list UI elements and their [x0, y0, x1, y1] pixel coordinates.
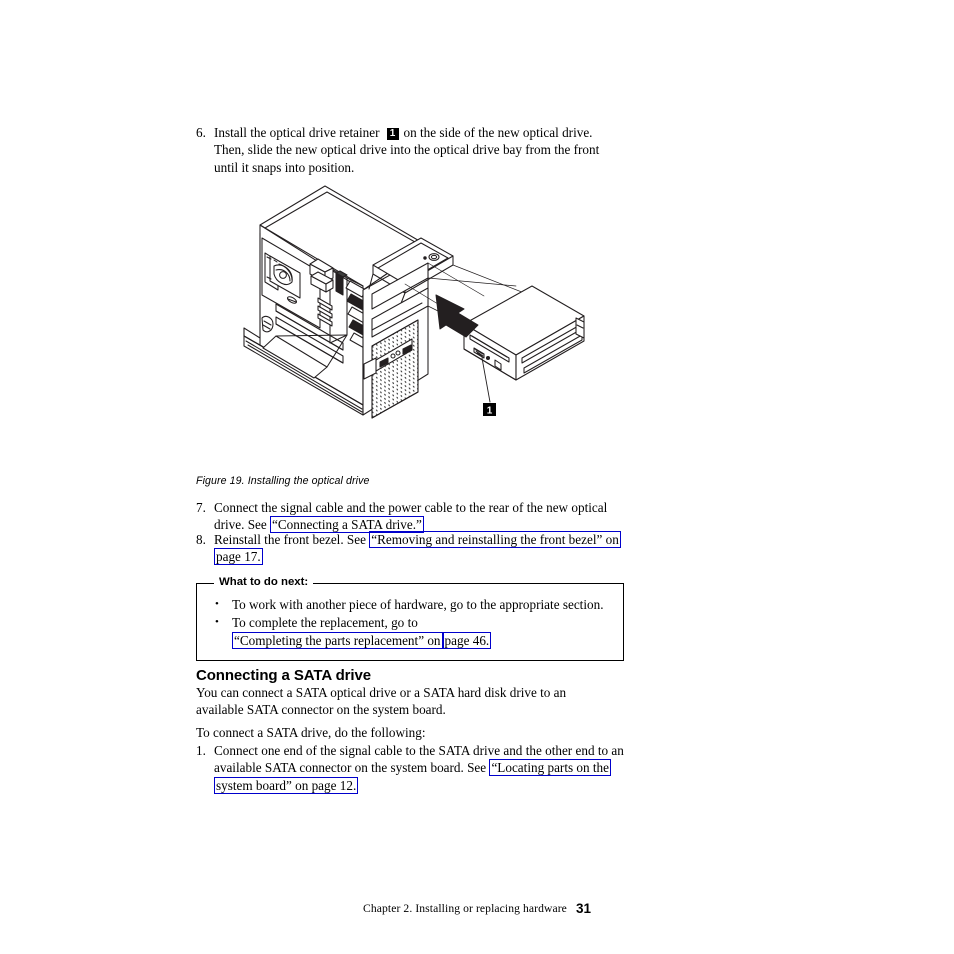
step-7-number: 7. — [196, 500, 206, 515]
step-6-text: Install the optical drive retainer 1 on th… — [214, 124, 624, 176]
sata-lead-in-paragraph: To connect a SATA drive, do the followin… — [196, 725, 426, 740]
step-7: 7. Connect the signal cable and the powe… — [196, 499, 624, 534]
link-locating-parts-system-board-part2[interactable]: system board” on page 12. — [214, 776, 359, 794]
footer-chapter-text: Chapter 2. Installing or replacing hardw… — [363, 902, 567, 915]
what-to-do-next-legend: What to do next: — [214, 576, 314, 588]
figure-callout-1: 1 — [483, 403, 496, 416]
callout-badge-1-inline: 1 — [386, 128, 399, 140]
page-number: 31 — [575, 901, 591, 916]
svg-text:1: 1 — [487, 405, 493, 416]
step-6-number: 6. — [196, 125, 206, 140]
link-removing-reinstalling-front-bezel-part1[interactable]: “Removing and reinstalling the front bez… — [369, 531, 621, 548]
sata-intro-paragraph: You can connect a SATA optical drive or … — [196, 685, 567, 718]
page-footer: Chapter 2. Installing or replacing hardw… — [0, 901, 954, 916]
step-8: 8. Reinstall the front bezel. See “Remov… — [196, 531, 628, 566]
sata-step-1-text: Connect one end of the signal cable to t… — [214, 742, 628, 794]
document-page: 6. Install the optical drive retainer 1 on… — [0, 0, 954, 954]
step-7-text: Connect the signal cable and the power c… — [214, 499, 624, 534]
what-to-do-next-item-2: • To complete the replacement, go to “Co… — [215, 614, 609, 649]
link-completing-parts-replacement-part2[interactable]: page 46. — [442, 631, 492, 649]
what-to-do-next-item-1-text: To work with another piece of hardware, … — [232, 597, 604, 612]
what-to-do-next-item-2-prefix: To complete the replacement, go to — [232, 615, 418, 631]
link-completing-parts-replacement-part1[interactable]: “Completing the parts replacement” on — [232, 631, 443, 649]
section-heading-connecting-a-sata-drive: Connecting a SATA drive — [196, 667, 371, 684]
link-locating-parts-system-board-part1[interactable]: “Locating parts on the — [489, 759, 612, 777]
step-8-number: 8. — [196, 532, 206, 547]
installing-the-optical-drive-illustration: 1 — [232, 178, 602, 478]
link-removing-reinstalling-front-bezel-part2[interactable]: page 17. — [214, 548, 263, 566]
what-to-do-next-item-1: • To work with another piece of hardware… — [215, 596, 609, 613]
bullet-icon: • — [215, 616, 219, 629]
sata-step-1: 1. Connect one end of the signal cable t… — [196, 742, 628, 794]
step-8-text: Reinstall the front bezel. See “Removing… — [214, 531, 628, 566]
step-8-text-before-link: Reinstall the front bezel. See — [214, 532, 366, 547]
what-to-do-next-item-2-text: To complete the replacement, go to “Comp… — [232, 614, 609, 649]
step-6: 6. Install the optical drive retainer 1 on… — [196, 124, 624, 176]
figure-caption: Figure 19. Installing the optical drive — [196, 475, 370, 487]
step-6-text-before-callout: Install the optical drive retainer — [214, 125, 380, 140]
bullet-icon: • — [215, 598, 219, 610]
sata-step-1-number: 1. — [196, 743, 206, 758]
what-to-do-next-box: What to do next: • To work with another … — [196, 576, 624, 661]
